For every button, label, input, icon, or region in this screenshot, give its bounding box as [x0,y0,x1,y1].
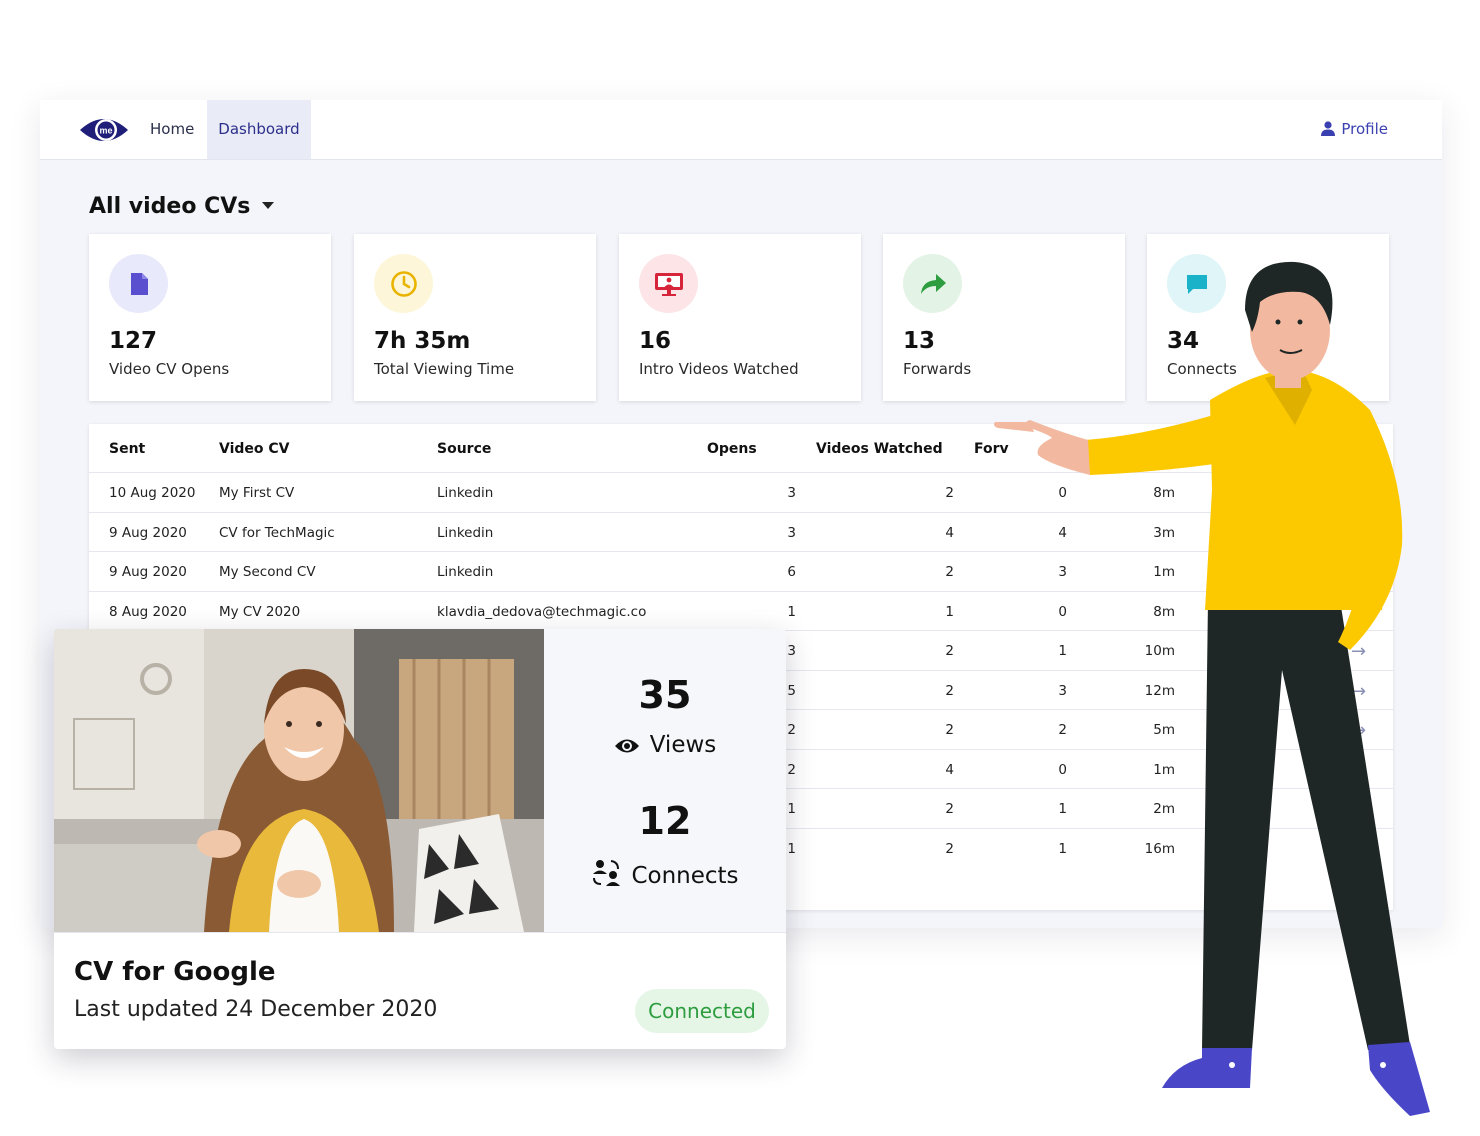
video-card-footer: CV for Google Last updated 24 December 2… [54,932,786,1049]
stat-card-viewing-time: 7h 35m Total Viewing Time [354,234,596,401]
videos-watched-cell: 4 [945,761,954,778]
videos-watched-cell: 4 [945,524,954,541]
opens-cell: 6 [787,564,796,580]
videos-watched-cell: 2 [945,840,954,857]
people-connect-icon [593,860,621,886]
column-header-opens[interactable]: Opens [707,441,757,457]
videos-watched-cell: 2 [945,643,954,659]
video-stats-panel: 35 Views 12 Connects [544,629,786,932]
clock-icon [374,254,433,313]
top-navbar: me Home Dashboard Profile [40,100,1442,160]
connects-label-row: Connects [544,858,786,889]
video-cv-cell: CV for TechMagic [219,524,335,541]
videos-watched-cell: 2 [945,564,954,580]
stat-card-intro-videos: 16 Intro Videos Watched [619,234,861,401]
eye-logo-icon[interactable]: me [78,112,130,148]
stat-value: 16 [639,328,672,354]
opens-cell: 3 [787,524,796,541]
opens-cell: 3 [787,485,796,501]
stat-value: 7h 35m [374,328,471,354]
videos-watched-cell: 2 [945,485,954,501]
filter-label: All video CVs [89,194,251,219]
column-header-sent[interactable]: Sent [109,441,145,457]
stat-label: Intro Videos Watched [639,360,799,378]
caret-down-icon [262,202,275,209]
last-updated-text: Last updated 24 December 2020 [74,997,438,1022]
views-count: 35 [638,673,692,717]
videos-watched-cell: 1 [945,603,954,620]
sent-cell: 8 Aug 2020 [109,603,187,620]
videos-watched-cell: 2 [945,722,954,738]
video-cv-preview-card[interactable]: 35 Views 12 Connects CV for Google Last … [54,629,786,1049]
pointing-man-illustration [994,261,1430,1116]
video-cv-cell: My First CV [219,485,295,501]
stat-card-opens: 127 Video CV Opens [89,234,331,401]
profile-link[interactable]: Profile [1321,100,1388,159]
source-cell: klavdia_dedova@techmagic.co [437,603,647,620]
sent-cell: 10 Aug 2020 [109,485,196,501]
videos-watched-cell: 2 [945,801,954,817]
connects-label: Connects [631,863,739,889]
nav-dashboard[interactable]: Dashboard [207,100,311,159]
stat-value: 127 [109,328,158,354]
sent-cell: 9 Aug 2020 [109,524,187,541]
connects-count: 12 [638,799,692,843]
user-icon [1321,121,1336,136]
forward-arrow-icon [903,254,962,313]
source-cell: Linkedin [437,485,494,501]
video-cv-cell: My Second CV [219,564,316,580]
video-screen-icon [639,254,698,313]
views-label-row: Views [544,732,786,758]
stat-label: Video CV Opens [109,360,230,378]
column-header-source[interactable]: Source [437,441,491,457]
source-cell: Linkedin [437,524,494,541]
sent-cell: 9 Aug 2020 [109,564,187,580]
column-header-video-cv[interactable]: Video CV [219,441,290,457]
stat-label: Total Viewing Time [374,360,515,378]
eye-icon [614,739,639,753]
stat-value: 13 [903,328,936,354]
source-cell: Linkedin [437,564,494,580]
stat-label: Forwards [903,360,972,378]
column-header-videos-watched[interactable]: Videos Watched [816,441,943,457]
profile-label: Profile [1341,120,1388,138]
views-label: Views [649,732,717,758]
video-cv-cell: My CV 2020 [219,603,301,620]
opens-cell: 1 [787,603,796,620]
document-icon [109,254,168,313]
status-badge: Connected [635,989,769,1033]
video-cv-title[interactable]: CV for Google [74,957,276,987]
videos-watched-cell: 2 [945,682,954,699]
logo-text: me [99,126,112,136]
video-cv-filter-dropdown[interactable]: All video CVs [89,194,275,219]
video-thumbnail[interactable] [54,629,544,932]
nav-home[interactable]: Home [140,100,204,159]
